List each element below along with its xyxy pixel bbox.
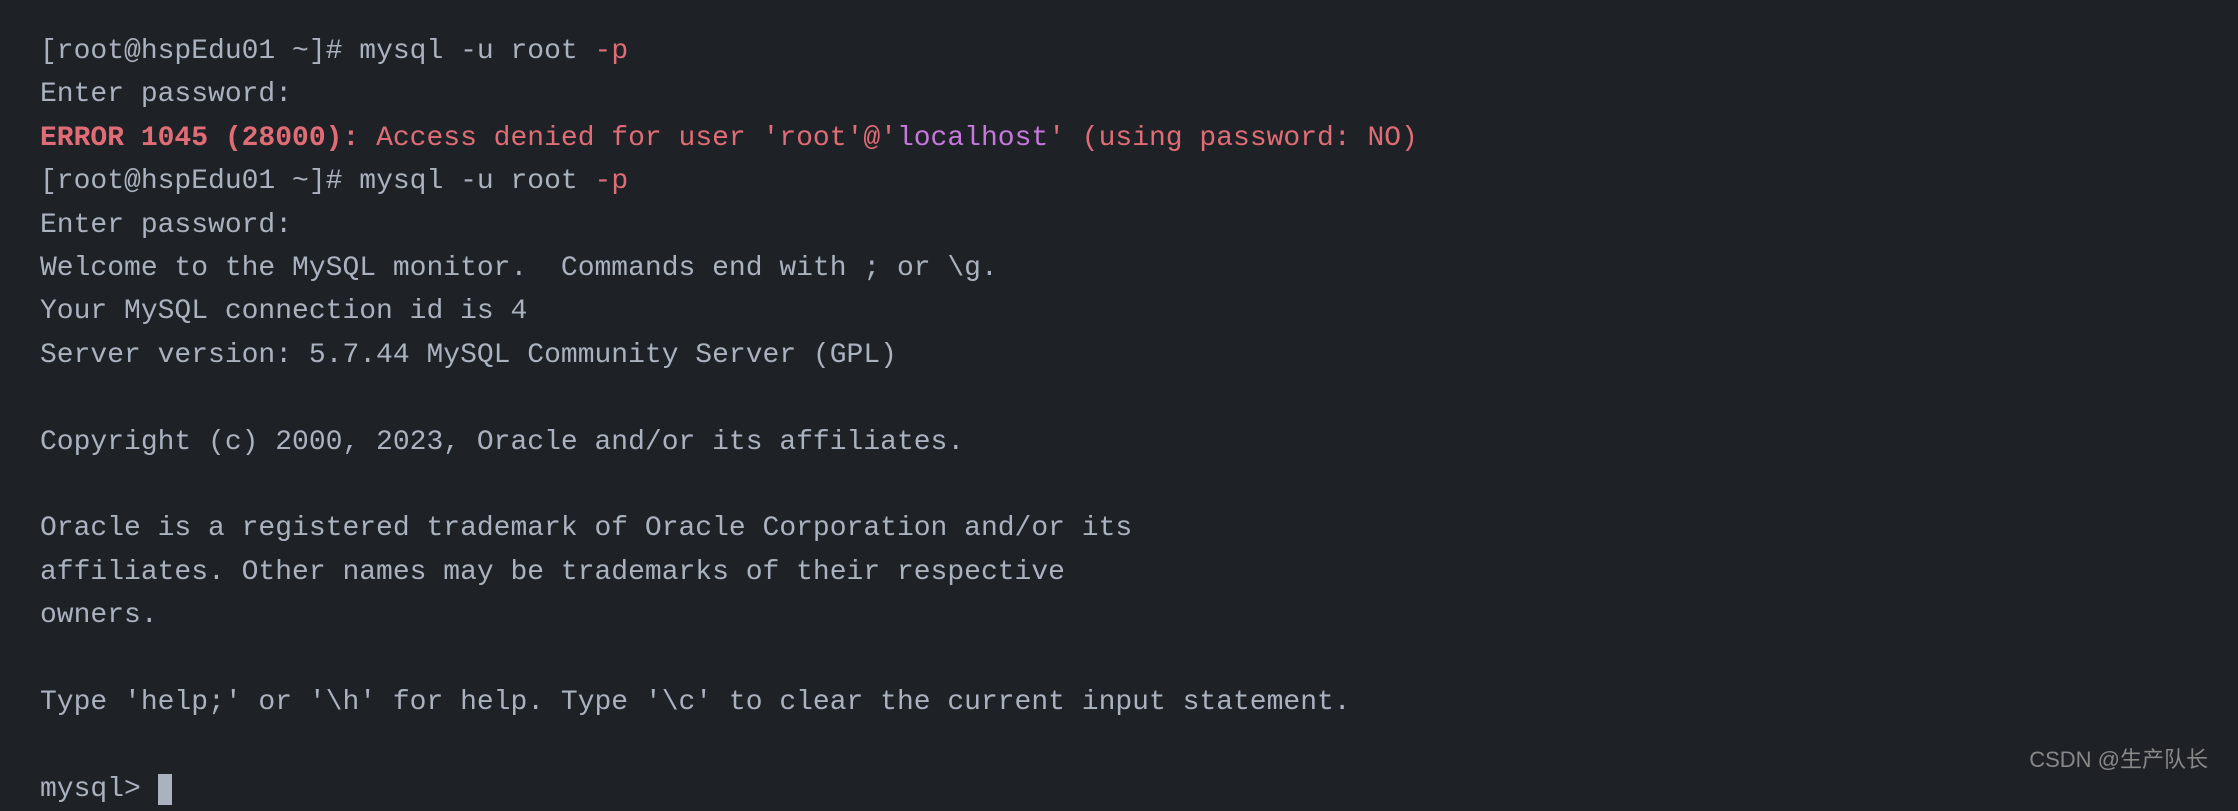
- terminal-line-1: [root@hspEdu01 ~]# mysql -u root -p: [40, 30, 2198, 73]
- error-using-password: ' (using password: NO): [1048, 123, 1418, 154]
- terminal-line-7: Your MySQL connection id is 4: [40, 290, 2198, 333]
- blank-line-1: [40, 377, 2198, 420]
- terminal-line-3: ERROR 1045 (28000): Access denied for us…: [40, 117, 2198, 160]
- terminal-line-10: Oracle is a registered trademark of Orac…: [40, 507, 2198, 550]
- terminal-line-5: Enter password:: [40, 204, 2198, 247]
- prompt-2: [root@hspEdu01 ~]#: [40, 166, 359, 197]
- blank-line-4: [40, 724, 2198, 767]
- terminal-line-4: [root@hspEdu01 ~]# mysql -u root -p: [40, 160, 2198, 203]
- terminal-line-11: affiliates. Other names may be trademark…: [40, 551, 2198, 594]
- terminal-line-13: Type 'help;' or '\h' for help. Type '\c'…: [40, 681, 2198, 724]
- terminal-line-12: owners.: [40, 594, 2198, 637]
- terminal-line-6: Welcome to the MySQL monitor. Commands e…: [40, 247, 2198, 290]
- cmd-mysql-2: mysql -u root: [359, 166, 594, 197]
- prompt-1: [root@hspEdu01 ~]#: [40, 36, 359, 67]
- flag-p-1: -p: [595, 36, 629, 67]
- terminal-line-2: Enter password:: [40, 73, 2198, 116]
- cursor-block: [158, 774, 172, 805]
- terminal-window: [root@hspEdu01 ~]# mysql -u root -p Ente…: [0, 0, 2238, 792]
- blank-line-2: [40, 464, 2198, 507]
- flag-p-2: -p: [595, 166, 629, 197]
- error-for-user: for user 'root'@': [595, 123, 897, 154]
- blank-line-3: [40, 637, 2198, 680]
- terminal-line-8: Server version: 5.7.44 MySQL Community S…: [40, 334, 2198, 377]
- access-denied-text: Access denied: [376, 123, 594, 154]
- cmd-mysql-1: mysql -u root: [359, 36, 594, 67]
- mysql-prompt: mysql>: [40, 774, 158, 805]
- localhost-text: localhost: [897, 123, 1048, 154]
- terminal-line-14[interactable]: mysql>: [40, 768, 2198, 811]
- terminal-line-9: Copyright (c) 2000, 2023, Oracle and/or …: [40, 421, 2198, 464]
- error-label: ERROR 1045 (28000):: [40, 123, 376, 154]
- watermark: CSDN @生产队长: [2029, 742, 2208, 774]
